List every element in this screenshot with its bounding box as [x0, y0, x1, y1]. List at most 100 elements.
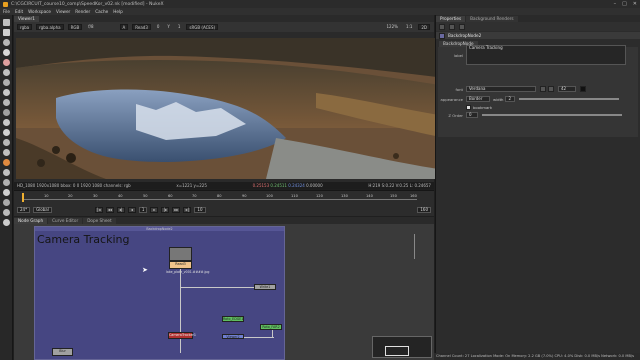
pipe [180, 287, 260, 288]
zorder-slider[interactable] [482, 114, 622, 116]
close-button[interactable]: ✕ [633, 1, 637, 7]
zorder-field[interactable]: 0 [466, 112, 478, 118]
font-color-swatch[interactable] [580, 86, 586, 92]
fps-field[interactable]: 24* [17, 206, 31, 213]
roto-edge-node[interactable]: Roto_EDGE1 [222, 316, 244, 322]
backdrop-node[interactable]: BackdropNode2 Camera Tracking [34, 226, 285, 360]
gizmo-tool-icon[interactable] [3, 209, 10, 216]
max-panels-icon[interactable] [439, 23, 445, 30]
maximize-button[interactable]: □ [622, 1, 627, 7]
font-select[interactable]: Verdana [466, 86, 536, 92]
deep-tool-icon[interactable] [3, 189, 10, 196]
ocula-tool-icon[interactable] [3, 179, 10, 186]
merge-tool-icon[interactable] [3, 89, 10, 96]
read-node[interactable]: Read3 [169, 261, 192, 269]
extras-tool-icon[interactable] [3, 219, 10, 226]
pixel-values: 0.25153 0.24511 0.24324 0.00000 [253, 183, 323, 188]
input-a-select[interactable]: A [119, 24, 129, 30]
menu-viewer[interactable]: Viewer [56, 9, 70, 14]
label-textarea[interactable]: Camera Tracking [466, 45, 626, 65]
blur-node-name: Blur [59, 349, 66, 353]
keyer-tool-icon[interactable] [3, 79, 10, 86]
menu-edit[interactable]: Edit [15, 9, 23, 14]
image-tool-icon[interactable] [3, 19, 10, 26]
draw-tool-icon[interactable] [3, 29, 10, 36]
plugin-tool-icon[interactable] [3, 199, 10, 206]
3d-tool-icon[interactable] [3, 109, 10, 116]
lake-landscape-picture [16, 38, 445, 179]
cameratracker-node[interactable]: CameraTracker1 [168, 332, 196, 339]
next-frame-button[interactable]: |▸ [161, 206, 170, 213]
minimap-viewport[interactable] [385, 346, 409, 356]
channels-select[interactable]: rgba [17, 24, 33, 30]
node-graph-canvas[interactable]: BackdropNode2 Camera Tracking Read3 lake… [14, 224, 434, 360]
node-graph-minimap[interactable] [372, 336, 432, 358]
menu-help[interactable]: Help [113, 9, 123, 14]
node-color-icon[interactable] [439, 32, 445, 39]
lock-icon[interactable] [449, 23, 455, 30]
tick-label: 140 [366, 194, 373, 198]
bookmark-checkbox[interactable] [466, 104, 471, 110]
play-forward-button[interactable]: ▸ [150, 206, 159, 213]
viewer-node[interactable]: Viewer2 [222, 334, 244, 339]
tick-label: 90 [242, 194, 247, 198]
furnace-tool-icon[interactable] [3, 169, 10, 176]
channel-tool-icon[interactable] [3, 49, 10, 56]
menu-workspace[interactable]: Workspace [28, 9, 51, 14]
exposure-value[interactable]: 0 [155, 24, 162, 30]
playhead[interactable] [22, 193, 24, 202]
next-keyframe-button[interactable]: ▸▸ [172, 206, 181, 213]
clear-panels-icon[interactable] [459, 23, 465, 30]
node-graph-tabs: Node Graph Curve Editor Dope Sheet [14, 217, 434, 224]
font-size-field[interactable]: 42 [558, 86, 576, 92]
last-frame-button[interactable]: ▸| [183, 206, 192, 213]
color-tool-icon[interactable] [3, 59, 10, 66]
nuke-app-icon [3, 1, 8, 7]
current-frame-field[interactable]: 1 [138, 206, 148, 213]
width-slider[interactable] [519, 98, 620, 100]
filter-tool-icon[interactable] [3, 69, 10, 76]
zorder-label: Z Order [448, 112, 463, 118]
metadata-tool-icon[interactable] [3, 129, 10, 136]
minimize-button[interactable]: – [614, 1, 617, 7]
zoom-level[interactable]: 122% [385, 24, 400, 30]
out-frame-field[interactable]: 160 [417, 206, 431, 213]
particles-tool-icon[interactable] [3, 139, 10, 146]
views-tool-icon[interactable] [3, 119, 10, 126]
appearance-select[interactable]: Border [466, 96, 490, 102]
input-a-node-select[interactable]: Read3 [132, 24, 151, 30]
bold-icon[interactable] [540, 86, 546, 92]
node-name-field[interactable]: BackdropNode2 [448, 33, 481, 38]
other-tool-icon[interactable] [3, 159, 10, 166]
write-node[interactable]: Write1 [254, 284, 276, 290]
hsv-info: H:219 S:0.22 V:0.25 L: 0.24657 [368, 183, 431, 188]
toolsets-tool-icon[interactable] [3, 149, 10, 156]
fstop-value[interactable]: f/8 [86, 24, 95, 30]
tick-label: 70 [192, 194, 197, 198]
italic-icon[interactable] [548, 86, 554, 92]
menu-file[interactable]: File [3, 9, 10, 14]
time-tool-icon[interactable] [3, 39, 10, 46]
gain-value[interactable]: 1 [176, 24, 183, 30]
menu-render[interactable]: Render [75, 9, 90, 14]
nodes-toolbar [0, 15, 13, 360]
timeline-ruler[interactable]: 1 10 20 30 40 50 60 70 80 90 100 110 120… [22, 194, 417, 200]
width-field[interactable]: 2 [505, 96, 516, 102]
blur-node[interactable]: Blur [52, 348, 73, 356]
colorspace-select[interactable]: RGB [67, 24, 83, 30]
play-backward-button[interactable]: ◂ [127, 206, 136, 213]
alpha-select[interactable]: rgba.alpha [36, 24, 64, 30]
menu-cache[interactable]: Cache [95, 9, 108, 14]
view-mode-select[interactable]: 2D [418, 24, 430, 30]
viewer-process-select[interactable]: sRGB (ACES) [186, 24, 219, 30]
time-mode-select[interactable]: Global [33, 206, 52, 213]
viewer-canvas[interactable] [14, 32, 445, 182]
roto-far-node[interactable]: Roto_FAR2 [260, 324, 282, 330]
format-info: HD_1080 1920x1080 bbox: 0 0 1920 1080 ch… [17, 183, 131, 188]
transform-tool-icon[interactable] [3, 99, 10, 106]
ratio-value[interactable]: 1:1 [404, 24, 414, 30]
prev-frame-button[interactable]: ◂| [116, 206, 125, 213]
prev-keyframe-button[interactable]: ◂◂ [105, 206, 114, 213]
step-field[interactable]: 10 [194, 206, 206, 213]
first-frame-button[interactable]: |◂ [94, 206, 103, 213]
